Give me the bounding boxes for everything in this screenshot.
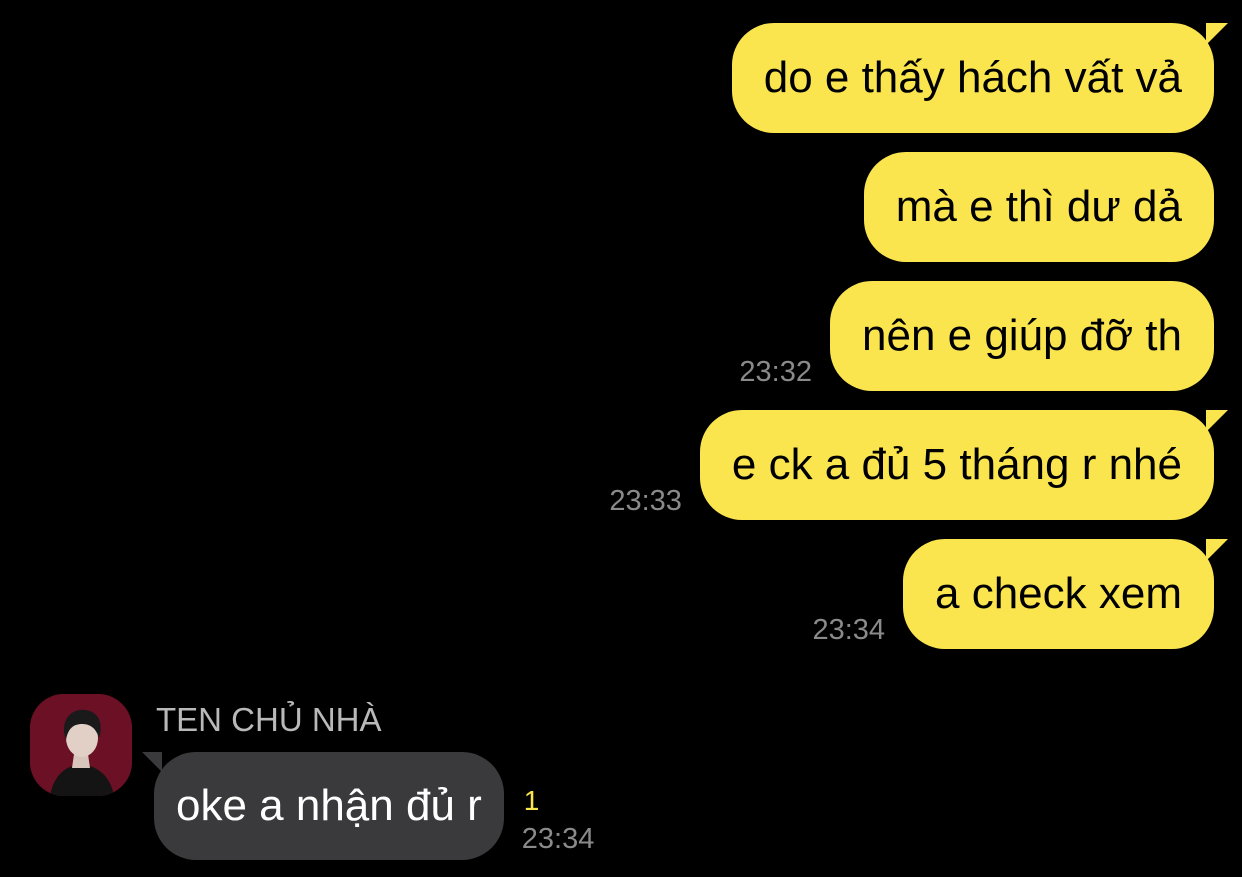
message-row: 23:34 a check xem <box>812 539 1228 649</box>
message-timestamp: 23:34 <box>521 823 595 855</box>
message-timestamp: 23:33 <box>609 485 682 517</box>
message-row: 23:33 e ck a đủ 5 tháng r nhé <box>609 410 1229 520</box>
outgoing-message-bubble[interactable]: do e thấy hách vất vả <box>731 23 1229 133</box>
unread-count: 1 <box>523 785 540 816</box>
message-row: mà e thì dư dả <box>863 152 1214 262</box>
message-row: 23:32 nên e giúp đỡ th <box>739 281 1214 391</box>
sender-name: TEN CHỦ NHÀ <box>156 701 382 738</box>
message-row: do e thấy hách vất vả <box>731 23 1229 133</box>
message-text: nên e giúp đỡ th <box>862 311 1182 360</box>
message-text: do e thấy hách vất vả <box>763 53 1182 102</box>
outgoing-message-bubble[interactable]: a check xem <box>903 539 1228 649</box>
message-row: oke a nhận đủ r 1 23:34 <box>142 752 595 860</box>
message-timestamp: 23:34 <box>812 614 886 646</box>
outgoing-message-bubble[interactable]: mà e thì dư dả <box>863 152 1214 262</box>
message-text: mà e thì dư dả <box>895 182 1182 231</box>
contact-avatar[interactable] <box>30 694 132 796</box>
message-meta: 1 23:34 <box>522 787 595 858</box>
incoming-message-bubble[interactable]: oke a nhận đủ r <box>142 752 504 860</box>
person-portrait-icon <box>30 694 132 796</box>
message-text: a check xem <box>935 569 1182 618</box>
outgoing-message-bubble[interactable]: nên e giúp đỡ th <box>830 281 1214 391</box>
outgoing-message-bubble[interactable]: e ck a đủ 5 tháng r nhé <box>699 410 1229 520</box>
message-text: e ck a đủ 5 tháng r nhé <box>731 440 1182 489</box>
message-text: oke a nhận đủ r <box>176 781 482 830</box>
message-timestamp: 23:32 <box>739 356 812 388</box>
